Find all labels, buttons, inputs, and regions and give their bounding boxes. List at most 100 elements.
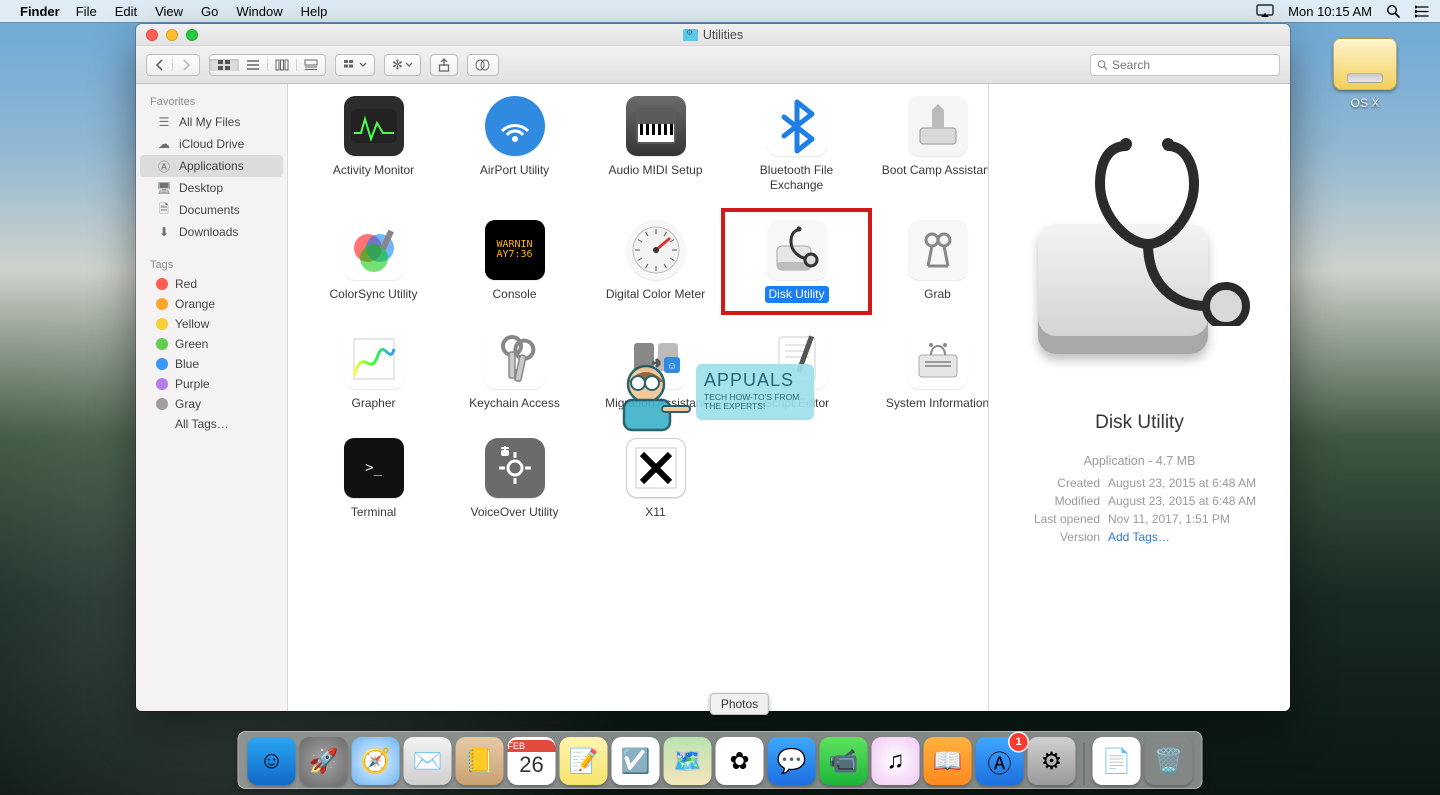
airplay-icon[interactable] [1256,4,1274,18]
preview-value: August 23, 2015 at 6:48 AM [1108,494,1256,508]
app-activity-monitor[interactable]: Activity Monitor [306,96,441,194]
app-boot-camp-assistant[interactable]: Boot Camp Assistant [870,96,988,194]
tag-all[interactable]: All Tags… [140,414,283,434]
preview-key: Created [1005,476,1100,490]
app-grapher[interactable]: Grapher [306,329,441,412]
app-icon-art [485,96,545,156]
dock-appstore[interactable]: Ⓐ1 [976,737,1024,785]
app-icon-art [344,220,404,280]
sidebar-label: Desktop [179,181,223,195]
stethoscope-icon [1086,136,1256,326]
menubar-app-name[interactable]: Finder [20,4,60,19]
app-script-editor[interactable]: Script Editor [729,329,864,412]
dock-calendar[interactable]: FEB26 [508,737,556,785]
dock-trash[interactable]: 🗑️ [1145,737,1193,785]
close-button[interactable] [146,29,158,41]
app-grab[interactable]: Grab [870,220,988,303]
notification-center-icon[interactable] [1415,5,1430,18]
tag-yellow[interactable]: Yellow [140,314,283,334]
cloud-icon: ☁︎ [156,136,172,152]
sidebar-item-icloud-drive[interactable]: ☁︎iCloud Drive [140,133,283,155]
tag-green[interactable]: Green [140,334,283,354]
sidebar-item-documents[interactable]: 🗎Documents [140,199,283,221]
dock-facetime[interactable]: 📹 [820,737,868,785]
app-bluetooth-file-exchange[interactable]: Bluetooth File Exchange [729,96,864,194]
dock-itunes[interactable]: ♫ [872,737,920,785]
menu-go[interactable]: Go [201,4,218,19]
tag-blue[interactable]: Blue [140,354,283,374]
menubar-clock[interactable]: Mon 10:15 AM [1288,4,1372,19]
menu-edit[interactable]: Edit [115,4,137,19]
coverflow-view-button[interactable] [297,59,325,71]
dock-system-preferences[interactable]: ⚙ [1028,737,1076,785]
all-my-files-icon: ☰ [156,114,172,130]
app-migration-assistant[interactable]: ☺Migration Assistant [588,329,723,412]
app-keychain-access[interactable]: Keychain Access [447,329,582,412]
dock-ibooks[interactable]: 📖 [924,737,972,785]
add-tags-link[interactable]: Add Tags… [1108,530,1170,544]
arrange-menu[interactable] [335,54,375,76]
app-caption: System Information [882,395,988,412]
desktop-drive-osx[interactable]: OS X [1325,38,1405,110]
app-console[interactable]: WARNINAY7:36Console [447,220,582,303]
forward-button[interactable] [173,59,199,71]
share-button[interactable] [430,54,458,76]
dock-photos[interactable]: ✿ [716,737,764,785]
app-caption: Digital Color Meter [602,286,709,303]
dock-safari[interactable]: 🧭 [352,737,400,785]
menu-help[interactable]: Help [301,4,328,19]
column-view-button[interactable] [268,59,297,71]
app-caption: Audio MIDI Setup [604,162,706,179]
app-disk-utility[interactable]: Disk Utility [729,220,864,303]
tag-red[interactable]: Red [140,274,283,294]
sidebar-item-all-my-files[interactable]: ☰All My Files [140,111,283,133]
app-caption: Activity Monitor [329,162,418,179]
menu-window[interactable]: Window [236,4,282,19]
dock-notes[interactable]: 📝 [560,737,608,785]
dock-mail[interactable]: ✉️ [404,737,452,785]
dock-launchpad[interactable]: 🚀 [300,737,348,785]
desktop-drive-label: OS X [1325,96,1405,110]
app-terminal[interactable]: >_Terminal [306,438,441,521]
action-menu[interactable]: ✻ [384,54,421,76]
app-audio-midi-setup[interactable]: Audio MIDI Setup [588,96,723,194]
dock-messages[interactable]: 💬 [768,737,816,785]
tags-button[interactable] [467,54,499,76]
spotlight-icon[interactable] [1386,4,1401,19]
icon-view-button[interactable] [210,59,239,71]
search-input[interactable] [1112,58,1273,72]
back-button[interactable] [147,59,173,71]
sidebar-item-desktop[interactable]: 🖥Desktop [140,177,283,199]
tag-purple[interactable]: Purple [140,374,283,394]
preview-icon [1020,132,1260,372]
dock-finder[interactable]: ☺ [248,737,296,785]
tag-orange[interactable]: Orange [140,294,283,314]
titlebar[interactable]: Utilities [136,24,1290,46]
preview-key: Version [1005,530,1100,544]
zoom-button[interactable] [186,29,198,41]
menu-view[interactable]: View [155,4,183,19]
sidebar-label: Purple [175,377,210,391]
list-view-button[interactable] [239,59,268,71]
app-icon-art [626,438,686,498]
dock-maps[interactable]: 🗺️ [664,737,712,785]
app-system-information[interactable]: System Information [870,329,988,412]
tag-dot-icon [156,358,168,370]
app-icon-art [626,96,686,156]
app-x11[interactable]: X11 [588,438,723,521]
app-airport-utility[interactable]: AirPort Utility [447,96,582,194]
dock-downloads[interactable]: 📄 [1093,737,1141,785]
app-digital-color-meter[interactable]: Digital Color Meter [588,220,723,303]
sidebar-item-applications[interactable]: ⒶApplications [140,155,283,177]
window-title: Utilities [703,28,743,42]
minimize-button[interactable] [166,29,178,41]
app-voiceover-utility[interactable]: VoiceOver Utility [447,438,582,521]
dock-contacts[interactable]: 📒 [456,737,504,785]
sidebar-item-downloads[interactable]: ⬇︎Downloads [140,221,283,243]
menu-file[interactable]: File [76,4,97,19]
search-field[interactable] [1090,54,1280,76]
dock-reminders[interactable]: ☑️ [612,737,660,785]
icon-grid-area[interactable]: Activity Monitor AirPort Utility Audio MID… [288,84,988,711]
app-colorsync-utility[interactable]: ColorSync Utility [306,220,441,303]
tag-gray[interactable]: Gray [140,394,283,414]
